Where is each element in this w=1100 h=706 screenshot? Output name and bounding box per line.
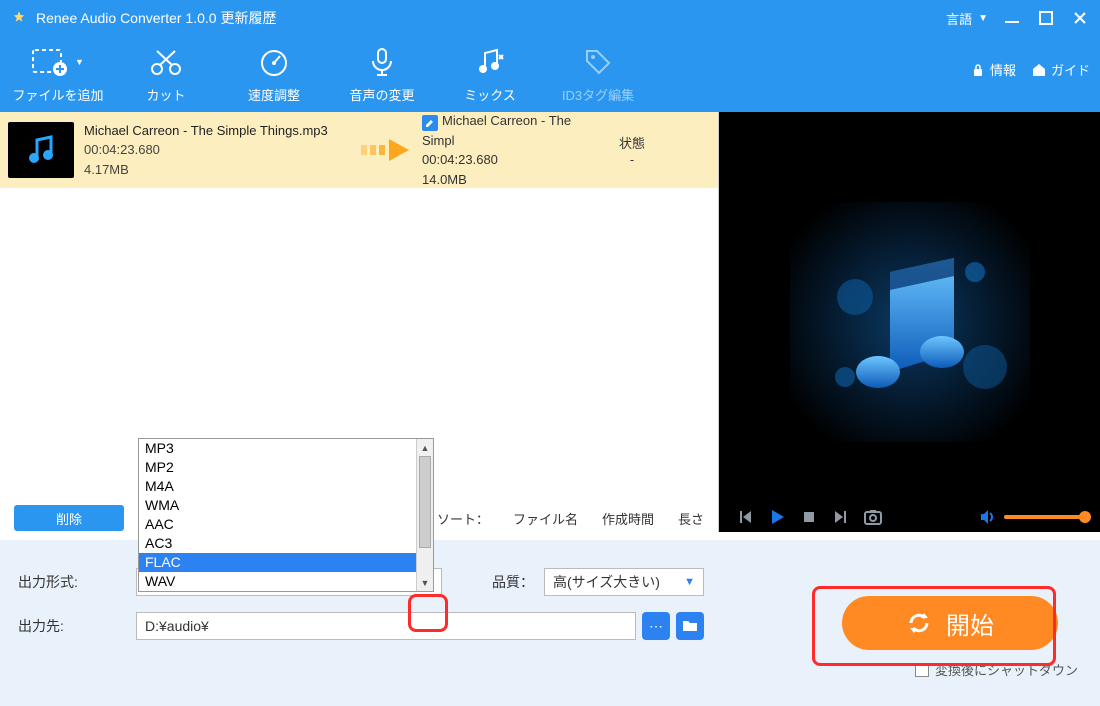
mix-button[interactable]: ミックス (436, 36, 544, 112)
quality-label: 品質： (492, 572, 534, 592)
file-thumbnail (8, 122, 74, 178)
edit-icon[interactable] (422, 115, 438, 131)
format-option[interactable]: M4A (139, 477, 433, 496)
speed-button[interactable]: 速度調整 (220, 36, 328, 112)
format-option-selected[interactable]: FLAC (139, 553, 433, 572)
tag-icon (581, 45, 615, 79)
arrow-icon (352, 135, 422, 165)
language-selector[interactable]: 言語▼ (946, 9, 988, 28)
format-option[interactable]: WMA (139, 496, 433, 515)
scissors-icon (149, 45, 183, 79)
sort-by-name[interactable]: ファイル名 (513, 509, 578, 528)
start-button[interactable]: 開始 (842, 596, 1058, 650)
output-dir-input[interactable]: D:¥audio¥ (136, 612, 636, 640)
output-duration: 00:04:23.680 (422, 150, 602, 170)
status-value: - (602, 152, 662, 167)
id3-edit-button[interactable]: ID3タグ編集 (544, 36, 652, 112)
voice-change-button[interactable]: 音声の変更 (328, 36, 436, 112)
format-dropdown-list[interactable]: MP3 MP2 M4A WMA AAC AC3 FLAC WAV ▲ ▼ (138, 438, 434, 592)
stop-button[interactable] (798, 506, 820, 528)
prev-button[interactable] (734, 506, 756, 528)
format-option[interactable]: MP2 (139, 458, 433, 477)
source-duration: 00:04:23.680 (84, 140, 352, 160)
scroll-up-button[interactable]: ▲ (417, 439, 433, 456)
source-size: 4.17MB (84, 160, 352, 180)
next-button[interactable] (830, 506, 852, 528)
format-option[interactable]: AC3 (139, 534, 433, 553)
play-button[interactable] (766, 506, 788, 528)
preview-panel (718, 112, 1100, 532)
home-icon (1032, 63, 1046, 77)
format-option[interactable]: MP3 (139, 439, 433, 458)
output-dir-label: 出力先: (18, 616, 136, 636)
quality-select[interactable]: 高(サイズ大きい) ▼ (544, 568, 704, 596)
toolbar-label: ミックス (464, 85, 516, 104)
sort-label: ソート： (437, 509, 489, 528)
toolbar-label: カット (146, 85, 185, 104)
info-link[interactable]: 情報 (971, 60, 1016, 79)
open-folder-button[interactable] (676, 612, 704, 640)
format-option[interactable]: WAV (139, 572, 433, 591)
window-title: Renee Audio Converter 1.0.0 更新履歴 (36, 8, 276, 28)
delete-button[interactable]: 削除 (14, 505, 124, 531)
output-info: Michael Carreon - The Simpl 00:04:23.680… (422, 111, 602, 190)
player-controls (720, 495, 1100, 539)
refresh-icon (906, 610, 932, 636)
toolbar-label: ID3タグ編集 (562, 85, 634, 104)
guide-link[interactable]: ガイド (1032, 60, 1090, 79)
add-file-button[interactable]: ▼ ファイルを追加 (4, 36, 112, 112)
volume-slider[interactable] (1004, 515, 1086, 519)
title-bar: Renee Audio Converter 1.0.0 更新履歴 言語▼ (0, 0, 1100, 36)
shutdown-checkbox[interactable]: 変換後にシャットダウン (915, 660, 1078, 679)
music-mix-icon (473, 45, 507, 79)
file-row[interactable]: Michael Carreon - The Simple Things.mp3 … (0, 112, 718, 188)
checkbox-icon[interactable] (915, 663, 929, 677)
preview-art (790, 202, 1030, 442)
sort-by-length[interactable]: 長さ (678, 509, 704, 528)
output-format-label: 出力形式: (18, 572, 136, 592)
output-filename: Michael Carreon - The Simpl (422, 113, 571, 148)
scroll-thumb[interactable] (419, 456, 431, 548)
microphone-icon (365, 45, 399, 79)
status-column: 状態 - (602, 133, 662, 167)
minimize-button[interactable] (1002, 8, 1022, 28)
dropdown-scrollbar[interactable]: ▲ ▼ (416, 439, 433, 591)
gauge-icon (257, 45, 291, 79)
snapshot-button[interactable] (862, 506, 884, 528)
source-filename: Michael Carreon - The Simple Things.mp3 (84, 121, 352, 141)
toolbar-label: ファイルを追加 (12, 85, 103, 104)
maximize-button[interactable] (1036, 8, 1056, 28)
status-header: 状態 (602, 133, 662, 152)
format-option[interactable]: AAC (139, 515, 433, 534)
output-size: 14.0MB (422, 170, 602, 190)
source-info: Michael Carreon - The Simple Things.mp3 … (84, 121, 352, 180)
main-toolbar: ▼ ファイルを追加 カット 速度調整 音声の変更 ミックス ID3タグ編集 情報… (0, 36, 1100, 112)
app-logo-icon (10, 9, 28, 27)
sort-by-ctime[interactable]: 作成時間 (602, 509, 654, 528)
folder-icon (682, 619, 698, 633)
volume-icon[interactable] (978, 508, 996, 526)
path-more-button[interactable]: ⋯ (642, 612, 670, 640)
close-button[interactable] (1070, 8, 1090, 28)
cut-button[interactable]: カット (112, 36, 220, 112)
toolbar-label: 音声の変更 (349, 85, 414, 104)
film-plus-icon (32, 47, 70, 77)
lock-icon (971, 63, 985, 77)
scroll-down-button[interactable]: ▼ (417, 574, 433, 591)
caret-down-icon: ▼ (684, 576, 695, 588)
toolbar-label: 速度調整 (248, 85, 300, 104)
